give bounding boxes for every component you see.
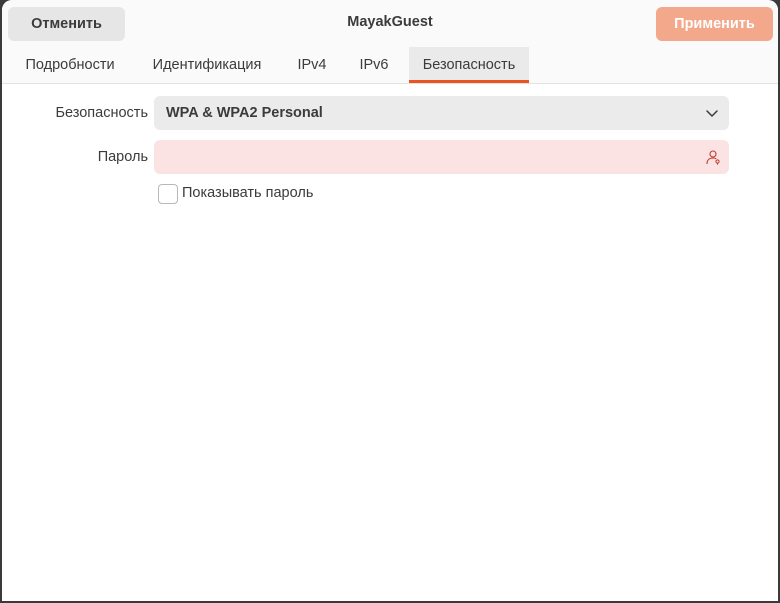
- tab-ipv6[interactable]: IPv6: [348, 47, 400, 83]
- apply-button[interactable]: Применить: [656, 7, 773, 41]
- connection-settings-window: Отменить MayakGuest Применить Подробност…: [2, 0, 778, 601]
- tab-ipv4[interactable]: IPv4: [286, 47, 338, 83]
- security-select[interactable]: WPA & WPA2 Personal: [154, 96, 729, 130]
- security-label: Безопасность: [55, 105, 149, 121]
- show-password-label[interactable]: Показывать пароль: [182, 185, 313, 201]
- tab-security[interactable]: Безопасность: [409, 47, 529, 83]
- password-field[interactable]: [154, 140, 729, 174]
- tab-identity[interactable]: Идентификация: [140, 47, 274, 83]
- header-bar: Отменить MayakGuest Применить: [2, 0, 778, 47]
- chevron-down-icon: [706, 110, 718, 117]
- user-key-icon[interactable]: [705, 149, 721, 165]
- tab-bar: Подробности Идентификация IPv4 IPv6 Безо…: [2, 47, 778, 84]
- security-select-value: WPA & WPA2 Personal: [166, 105, 323, 121]
- password-label: Пароль: [97, 149, 148, 165]
- show-password-checkbox[interactable]: [158, 184, 178, 204]
- tab-details[interactable]: Подробности: [8, 47, 132, 83]
